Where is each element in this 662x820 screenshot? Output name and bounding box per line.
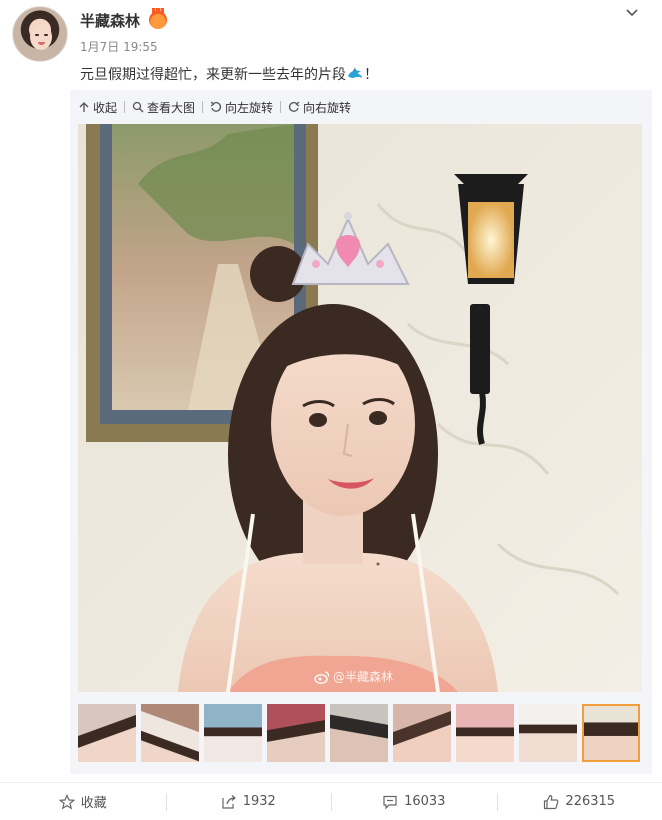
thumbnail[interactable] xyxy=(456,704,514,762)
thumbnail[interactable] xyxy=(330,704,388,762)
collapse-label: 收起 xyxy=(93,100,118,115)
thumbnail[interactable] xyxy=(519,704,577,762)
thumbnail-active[interactable] xyxy=(582,704,640,762)
thumbs-up-icon xyxy=(544,794,559,809)
toolbar-divider xyxy=(202,101,204,113)
photo-illustration xyxy=(78,124,642,692)
avatar-face xyxy=(30,24,52,50)
thumbnail[interactable] xyxy=(393,704,451,762)
magnifier-icon xyxy=(132,101,144,113)
comment-icon xyxy=(383,795,397,809)
rotate-left-button[interactable]: 向左旋转 xyxy=(210,99,273,116)
like-count: 226315 xyxy=(565,794,616,809)
favorite-button[interactable]: 收藏 xyxy=(0,783,166,820)
rotate-right-label: 向右旋转 xyxy=(303,100,352,115)
image-toolbar: 收起 查看大图 向左旋转 向右旋转 xyxy=(78,98,351,116)
dolphin-emoji-icon xyxy=(348,67,362,78)
rotate-left-label: 向左旋转 xyxy=(225,100,274,115)
weibo-logo-icon xyxy=(314,670,330,684)
toolbar-divider xyxy=(124,101,126,113)
weibo-post-card: 半藏森林 1月7日 19:55 元旦假期过得超忙，来更新一些去年的片段 ！ 收起… xyxy=(0,0,662,820)
rotate-right-button[interactable]: 向右旋转 xyxy=(288,99,351,116)
comment-count: 16033 xyxy=(404,794,446,809)
thumbnail[interactable] xyxy=(78,704,136,762)
post-text-main: 元旦假期过得超忙，来更新一些去年的片段 xyxy=(80,67,346,83)
thumbnail[interactable] xyxy=(267,704,325,762)
rotate-right-icon xyxy=(288,101,300,112)
collapse-button[interactable]: 收起 xyxy=(78,99,117,116)
toolbar-divider xyxy=(280,101,282,113)
username[interactable]: 半藏森林 xyxy=(80,10,140,31)
comment-button[interactable]: 16033 xyxy=(331,783,497,820)
star-icon xyxy=(58,793,75,809)
collapse-icon xyxy=(79,102,89,112)
post-text-end: ！ xyxy=(364,67,378,83)
chevron-down-icon[interactable] xyxy=(624,4,640,20)
view-large-label: 查看大图 xyxy=(147,100,196,115)
thumbnail[interactable] xyxy=(141,704,199,762)
image-watermark: @半藏森林 xyxy=(314,668,393,685)
repost-count: 1932 xyxy=(242,794,276,809)
rotate-left-icon xyxy=(210,101,222,112)
like-button[interactable]: 226315 xyxy=(496,783,662,820)
avatar[interactable] xyxy=(12,6,68,62)
post-text: 元旦假期过得超忙，来更新一些去年的片段 ！ xyxy=(80,64,378,84)
thumbnail[interactable] xyxy=(204,704,262,762)
vip-icon[interactable] xyxy=(149,8,167,29)
favorite-label: 收藏 xyxy=(80,796,107,811)
watermark-text: @半藏森林 xyxy=(333,670,394,684)
repost-button[interactable]: 1932 xyxy=(165,783,332,820)
post-timestamp[interactable]: 1月7日 19:55 xyxy=(80,38,158,55)
view-large-button[interactable]: 查看大图 xyxy=(132,99,195,116)
main-photo[interactable] xyxy=(78,124,642,692)
avatar-eye xyxy=(44,34,48,36)
avatar-eye xyxy=(35,34,39,36)
action-bar: 收藏 1932 16033 226315 xyxy=(0,782,662,820)
share-icon xyxy=(222,794,236,809)
